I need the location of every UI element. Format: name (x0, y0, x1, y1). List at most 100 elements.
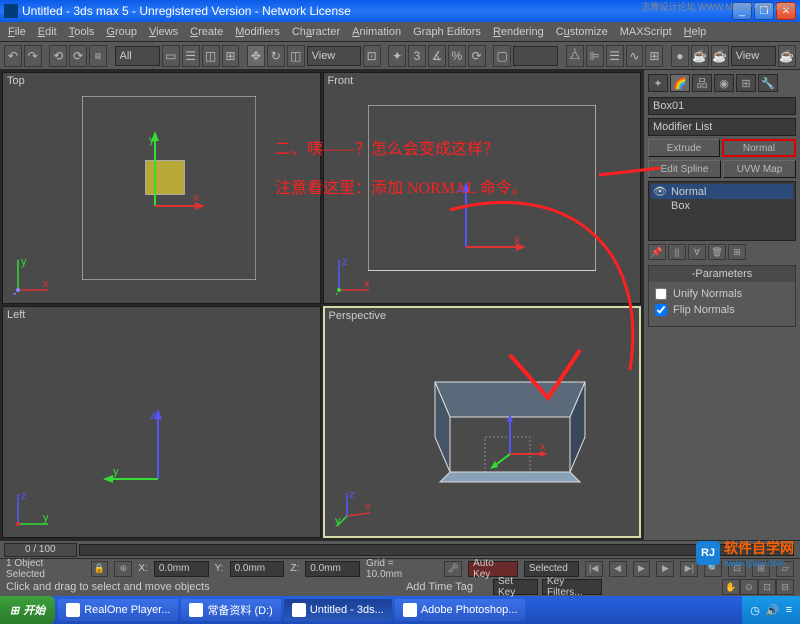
spinner-snap-button[interactable]: ⟳ (468, 45, 486, 67)
window-crossing-button[interactable]: ⊞ (222, 45, 240, 67)
unlink-button[interactable]: ⟳ (69, 45, 87, 67)
next-frame-button[interactable]: ▶ (656, 561, 674, 577)
pan-button[interactable]: ✋ (722, 579, 740, 595)
task-item[interactable]: Untitled - 3ds... (284, 599, 392, 621)
goto-start-button[interactable]: |◀ (585, 561, 603, 577)
tab-hierarchy[interactable]: 品 (692, 74, 712, 92)
remove-mod-button[interactable]: 🗑 (708, 244, 726, 260)
render-scene-button[interactable]: ☕ (691, 45, 709, 67)
curve-editor-button[interactable]: ∿ (626, 45, 644, 67)
viewport-top[interactable]: Top y x x y z (2, 72, 321, 304)
menu-group[interactable]: Group (100, 24, 143, 40)
bind-button[interactable]: ≡ (89, 45, 107, 67)
pivot-button[interactable]: ⊡ (363, 45, 381, 67)
menu-character[interactable]: Character (286, 24, 346, 40)
flip-normals-checkbox[interactable]: Flip Normals (655, 304, 789, 316)
task-item[interactable]: RealOne Player... (58, 599, 178, 621)
configure-sets-button[interactable]: ⊞ (728, 244, 746, 260)
uvwmap-button[interactable]: UVW Map (723, 160, 796, 178)
time-track[interactable] (79, 544, 794, 556)
pin-stack-button[interactable]: 📌 (648, 244, 666, 260)
frame-indicator[interactable]: 0 / 100 (4, 543, 77, 557)
z-field[interactable]: 0.0mm (305, 561, 360, 577)
menu-create[interactable]: Create (184, 24, 229, 40)
prev-frame-button[interactable]: ◀ (609, 561, 627, 577)
normal-button[interactable]: Normal (722, 139, 796, 157)
stack-item-box[interactable]: Box (651, 199, 793, 213)
angle-snap-button[interactable]: ∡ (428, 45, 446, 67)
move-button[interactable]: ✥ (247, 45, 265, 67)
time-tag[interactable]: Add Time Tag (406, 581, 473, 593)
rollout-header[interactable]: - Parameters (649, 266, 795, 282)
menu-edit[interactable]: Edit (32, 24, 63, 40)
viewport-front[interactable]: Front z x x z y (323, 72, 642, 304)
absolute-mode-button[interactable]: ⊕ (114, 561, 132, 577)
menu-views[interactable]: Views (143, 24, 184, 40)
scale-button[interactable]: ◫ (287, 45, 305, 67)
setkey-button[interactable]: Set Key (493, 579, 538, 595)
percent-snap-button[interactable]: % (448, 45, 466, 67)
maximize-viewport-button[interactable]: ⊡ (758, 579, 776, 595)
stack-item-normal[interactable]: 👁Normal (651, 184, 793, 199)
viewport-left[interactable]: Left z y y z x (2, 306, 321, 538)
select-name-button[interactable]: ☰ (182, 45, 200, 67)
mirror-button[interactable]: ⧊ (566, 45, 584, 67)
arc-rotate-button[interactable]: ⊙ (740, 579, 758, 595)
min-max-button[interactable]: ⊟ (776, 579, 794, 595)
unify-normals-checkbox[interactable]: Unify Normals (655, 288, 789, 300)
menu-help[interactable]: Help (678, 24, 713, 40)
undo-button[interactable]: ↶ (4, 45, 22, 67)
align-button[interactable]: ⊫ (586, 45, 604, 67)
snap-button[interactable]: 3 (408, 45, 426, 67)
start-button[interactable]: ⊞开始 (0, 596, 55, 624)
tab-motion[interactable]: ◉ (714, 74, 734, 92)
extrude-button[interactable]: Extrude (648, 139, 720, 157)
editspline-button[interactable]: Edit Spline (648, 160, 721, 178)
autokey-button[interactable]: Auto Key (468, 561, 518, 577)
modifier-stack[interactable]: 👁Normal Box (648, 181, 796, 241)
task-item[interactable]: Adobe Photoshop... (395, 599, 526, 621)
menu-tools[interactable]: Tools (63, 24, 101, 40)
select-button[interactable]: ▭ (162, 45, 180, 67)
tab-utilities[interactable]: 🔧 (758, 74, 778, 92)
menu-grapheditors[interactable]: Graph Editors (407, 24, 487, 40)
tab-display[interactable]: ⊞ (736, 74, 756, 92)
layer-button[interactable]: ☰ (606, 45, 624, 67)
selection-filter[interactable]: All (115, 46, 160, 66)
play-button[interactable]: ▶ (633, 561, 651, 577)
object-name-field[interactable]: Box01 (648, 97, 796, 115)
quick-render-button[interactable]: ☕ (711, 45, 729, 67)
system-tray[interactable]: ◷ 🔊 ≡ (742, 596, 800, 624)
menu-maxscript[interactable]: MAXScript (614, 24, 678, 40)
show-result-button[interactable]: || (668, 244, 686, 260)
render-dropdown[interactable]: View (731, 46, 776, 66)
tab-create[interactable]: ✦ (648, 74, 668, 92)
keyfilters-button[interactable]: Key Filters... (542, 579, 602, 595)
tab-modify[interactable]: 🌈 (670, 74, 690, 92)
modifier-list-dropdown[interactable]: Modifier List (648, 118, 796, 136)
lock-selection-button[interactable]: 🔒 (91, 561, 109, 577)
menu-rendering[interactable]: Rendering (487, 24, 550, 40)
menu-modifiers[interactable]: Modifiers (229, 24, 286, 40)
viewport-perspective[interactable]: Perspective x x z y (323, 306, 642, 538)
time-slider[interactable]: 0 / 100 (0, 540, 800, 558)
schematic-button[interactable]: ⊞ (645, 45, 663, 67)
select-region-button[interactable]: ◫ (202, 45, 220, 67)
x-field[interactable]: 0.0mm (154, 561, 209, 577)
named-sel-button[interactable]: ▢ (493, 45, 511, 67)
rotate-button[interactable]: ↻ (267, 45, 285, 67)
key-mode-button[interactable]: 🗝 (444, 561, 462, 577)
ref-coord-dropdown[interactable]: View (307, 46, 361, 66)
render-last-button[interactable]: ☕ (778, 45, 796, 67)
selected-dropdown[interactable]: Selected (524, 561, 579, 577)
y-field[interactable]: 0.0mm (230, 561, 285, 577)
link-button[interactable]: ⟲ (49, 45, 67, 67)
redo-button[interactable]: ↷ (24, 45, 42, 67)
manipulate-button[interactable]: ✦ (388, 45, 406, 67)
menu-file[interactable]: File (2, 24, 32, 40)
material-button[interactable]: ● (671, 45, 689, 67)
named-sel-dropdown[interactable] (513, 46, 558, 66)
menu-customize[interactable]: Customize (550, 24, 614, 40)
menu-animation[interactable]: Animation (346, 24, 407, 40)
task-item[interactable]: 常备资料 (D:) (181, 599, 280, 621)
